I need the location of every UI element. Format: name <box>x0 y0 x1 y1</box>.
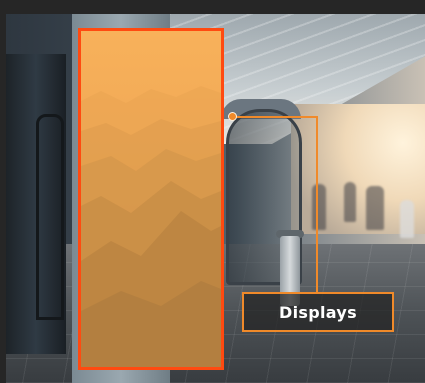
callout-anchor-dot <box>228 112 237 121</box>
illustration: Displays <box>0 0 425 383</box>
person-silhouette <box>366 186 384 230</box>
callout-leader-horizontal <box>234 116 318 118</box>
digital-display-panel <box>78 28 224 370</box>
left-door-frame <box>36 114 64 320</box>
displays-callout: Displays <box>242 292 394 332</box>
mountain-landscape-graphic <box>81 86 221 367</box>
person-silhouette <box>344 182 356 222</box>
callout-label: Displays <box>279 302 357 322</box>
person-silhouette <box>400 200 414 238</box>
person-silhouette <box>312 184 326 230</box>
callout-leader-vertical <box>316 117 318 293</box>
